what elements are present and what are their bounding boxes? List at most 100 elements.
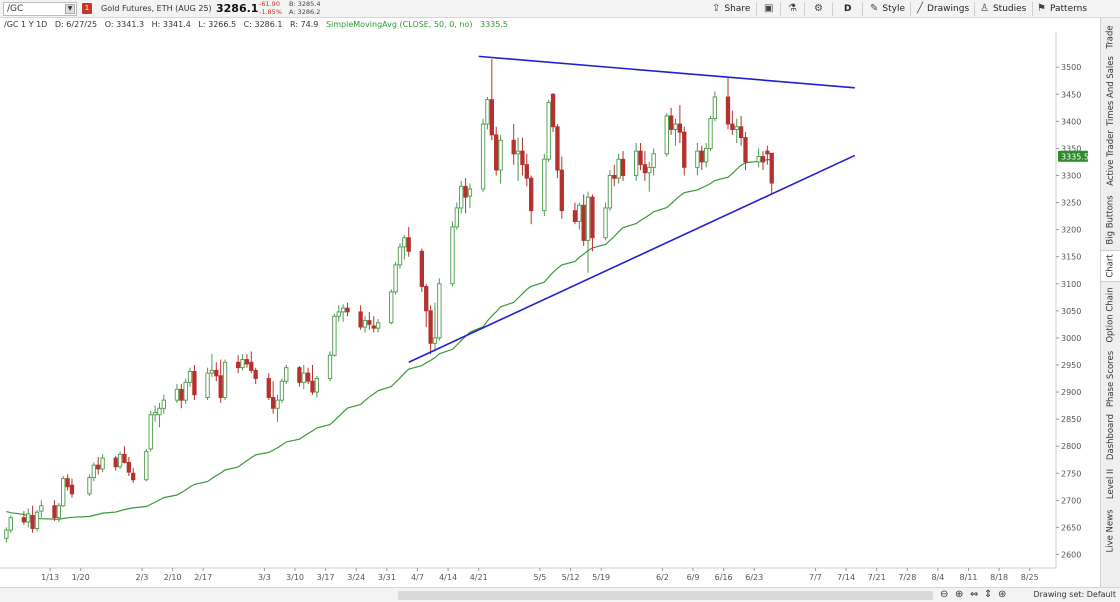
candle[interactable]	[271, 397, 276, 409]
candle[interactable]	[642, 164, 648, 174]
drawings-button[interactable]: ╱ Drawings	[917, 0, 969, 18]
timeframe-button[interactable]: D	[844, 0, 851, 18]
candle[interactable]	[616, 158, 621, 179]
candle[interactable]	[249, 361, 254, 371]
candle[interactable]	[515, 150, 521, 155]
chart-canvas[interactable]: 2600 2650 2700 2750 2800 2850 2900 2950 3000 3050…	[0, 32, 1100, 587]
candle[interactable]	[336, 311, 341, 317]
candle[interactable]	[310, 380, 315, 393]
chevron-down-icon[interactable]: ▼	[65, 4, 75, 14]
candle[interactable]	[712, 96, 718, 120]
candle[interactable]	[419, 250, 425, 287]
candle[interactable]	[161, 399, 166, 409]
candle[interactable]	[21, 517, 27, 523]
candle[interactable]	[734, 126, 739, 130]
candle[interactable]	[397, 246, 403, 266]
tab-level-ii[interactable]: Level II	[1101, 464, 1120, 504]
candle[interactable]	[8, 517, 13, 531]
candle[interactable]	[375, 322, 381, 329]
flask-button[interactable]: ⚗	[788, 0, 797, 18]
candle[interactable]	[454, 207, 459, 228]
candle[interactable]	[332, 315, 337, 356]
tab-option-chain[interactable]: Option Chain	[1101, 282, 1120, 348]
candle[interactable]	[695, 150, 700, 168]
candle[interactable]	[647, 166, 652, 174]
candle[interactable]	[279, 380, 285, 401]
candle[interactable]	[581, 204, 586, 241]
candle[interactable]	[769, 152, 774, 184]
candle[interactable]	[26, 513, 31, 523]
candle[interactable]	[542, 158, 547, 212]
tab-chart[interactable]: Chart	[1101, 250, 1120, 282]
candle[interactable]	[485, 99, 490, 125]
candle[interactable]	[117, 453, 123, 468]
candle[interactable]	[489, 99, 494, 136]
candle[interactable]	[144, 451, 149, 481]
candle[interactable]	[96, 464, 101, 470]
drawing-set-label[interactable]: Drawing set: Default	[1033, 590, 1116, 599]
candle[interactable]	[314, 378, 320, 393]
candle[interactable]	[459, 185, 464, 209]
candle[interactable]	[214, 369, 219, 377]
horizontal-scrollbar[interactable]	[398, 591, 933, 600]
candle[interactable]	[437, 283, 442, 339]
candle[interactable]	[585, 196, 591, 241]
candle[interactable]	[546, 101, 551, 160]
candle[interactable]	[34, 511, 40, 529]
candle[interactable]	[703, 147, 709, 163]
candle[interactable]	[126, 461, 131, 473]
candle[interactable]	[56, 505, 62, 519]
symbol-input[interactable]: /GC ▼	[3, 2, 77, 16]
candle[interactable]	[590, 196, 595, 239]
candle[interactable]	[52, 505, 57, 519]
candle[interactable]	[192, 371, 197, 396]
candle[interactable]	[148, 414, 153, 450]
tab-dashboard[interactable]: Dashboard	[1101, 410, 1120, 464]
candle[interactable]	[673, 123, 678, 130]
candle[interactable]	[157, 407, 162, 416]
candle[interactable]	[266, 378, 271, 398]
tab-trade[interactable]: Trade	[1101, 18, 1120, 56]
candle[interactable]	[463, 185, 468, 198]
candle[interactable]	[406, 237, 411, 252]
candle[interactable]	[345, 307, 350, 313]
candle[interactable]	[253, 369, 258, 379]
crosshair-icon[interactable]: ⊛	[998, 589, 1006, 601]
candle[interactable]	[620, 158, 626, 176]
tab-times-and-sales[interactable]: Times And Sales	[1101, 56, 1120, 126]
candle[interactable]	[651, 153, 656, 168]
candle[interactable]	[432, 337, 438, 344]
zoom-out-icon[interactable]: ⊖	[940, 589, 948, 601]
candle[interactable]	[559, 169, 564, 212]
candle[interactable]	[393, 264, 398, 293]
candle[interactable]	[187, 371, 193, 383]
candle[interactable]	[480, 123, 486, 190]
candle[interactable]	[511, 139, 516, 155]
candle[interactable]	[682, 131, 687, 168]
candle[interactable]	[572, 210, 578, 222]
candle[interactable]	[131, 472, 136, 481]
candle[interactable]	[122, 453, 127, 463]
candle[interactable]	[91, 464, 96, 479]
candle[interactable]	[402, 237, 407, 248]
candle[interactable]	[174, 388, 180, 401]
tab-big-buttons[interactable]: Big Buttons	[1101, 190, 1120, 250]
tab-live-news[interactable]: Live News	[1101, 504, 1120, 558]
candle[interactable]	[284, 367, 289, 382]
candle[interactable]	[179, 388, 184, 401]
candle[interactable]	[738, 126, 744, 139]
share-button[interactable]: ⇪ Share	[712, 0, 750, 18]
candle[interactable]	[550, 93, 556, 128]
candle[interactable]	[424, 286, 429, 312]
candle[interactable]	[297, 367, 302, 383]
candle[interactable]	[305, 372, 311, 382]
candle[interactable]	[367, 320, 372, 325]
candle[interactable]	[638, 150, 643, 166]
candle[interactable]	[389, 291, 394, 324]
candle[interactable]	[699, 150, 704, 163]
pan-horizontal-icon[interactable]: ⇔	[970, 589, 978, 601]
candle[interactable]	[275, 399, 280, 409]
candle[interactable]	[612, 175, 617, 179]
upper-trendline[interactable]	[478, 55, 855, 89]
candle[interactable]	[664, 115, 669, 155]
